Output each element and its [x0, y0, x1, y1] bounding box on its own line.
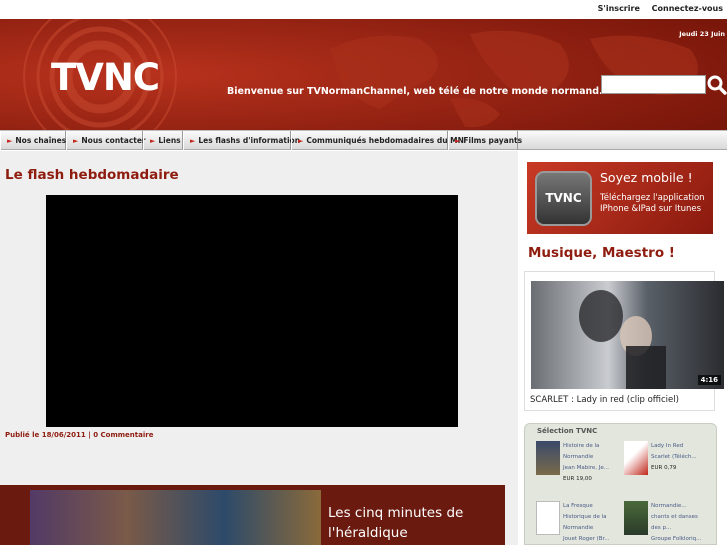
app-icon: TVNC — [535, 171, 592, 226]
product-title-1: Normandie... — [651, 503, 687, 509]
nav-arrow-icon: ► — [298, 137, 304, 145]
nav-label: Liens — [158, 136, 181, 145]
product-title-2: Scarlet (Téléch... — [651, 454, 697, 460]
video-duration: 4:16 — [697, 375, 721, 385]
banner-thumbnail — [30, 490, 321, 545]
nav-arrow-icon: ► — [150, 137, 156, 145]
selection-title: Sélection TVNC — [537, 427, 598, 435]
heraldique-banner[interactable]: Les cinq minutes de l'héraldique — [0, 485, 505, 545]
nav-item-nos-chaines[interactable]: ► Nos chaînes — [0, 131, 66, 150]
product-image — [536, 441, 560, 475]
product-title-1: Histoire de la — [563, 443, 600, 449]
nav-arrow-icon: ► — [73, 137, 79, 145]
signup-link[interactable]: S'inscrire — [598, 4, 640, 13]
product-text: Histoire de la Normandie Jean Mabire, Je… — [563, 441, 625, 485]
nav-item-communiques[interactable]: ► Communiqués hebdomadaires du MN — [291, 131, 464, 150]
nav-label: Nos chaînes — [15, 136, 67, 145]
product-image — [624, 501, 648, 535]
product-author: Jouet Roger (Br... — [563, 536, 610, 542]
nav-item-liens[interactable]: ► Liens — [143, 131, 183, 150]
product-item[interactable]: Histoire de la Normandie Jean Mabire, Je… — [536, 441, 626, 485]
product-title-2: chants et danses — [651, 514, 698, 520]
music-thumbnail-art — [579, 290, 666, 389]
product-item[interactable]: Normandie... chants et danses des p... G… — [624, 501, 714, 545]
nav-item-films-payants[interactable]: ► Films payants — [448, 131, 522, 150]
product-item[interactable]: La Fresque Historique de la Normandie Jo… — [536, 501, 626, 545]
nav-arrow-icon: ► — [190, 137, 196, 145]
app-banner-subtitle: Téléchargez l'application IPhone &IPad s… — [600, 193, 705, 214]
mobile-app-banner[interactable]: TVNC Soyez mobile ! Téléchargez l'applic… — [527, 162, 713, 234]
music-video-card[interactable]: 4:16 SCARLET : Lady in red (clip officie… — [524, 271, 724, 411]
search-input[interactable] — [601, 75, 706, 94]
product-title-2: Normandie — [563, 454, 594, 460]
sidebar: TVNC Soyez mobile ! Téléchargez l'applic… — [518, 151, 727, 545]
main-content: Le flash hebdomadaire Publié le 18/06/20… — [0, 151, 518, 545]
nav-label: Films payants — [463, 136, 523, 145]
welcome-text: Bienvenue sur TVNormanChannel, web télé … — [227, 86, 603, 97]
product-image-unavailable — [536, 501, 560, 535]
banner-text: Les cinq minutes de l'héraldique — [328, 503, 463, 543]
site-header: TVNC Bienvenue sur TVNormanChannel, web … — [0, 19, 727, 130]
login-link[interactable]: Connectez-vous — [652, 4, 723, 13]
nav-label: Nous contacter — [81, 136, 146, 145]
video-player[interactable] — [46, 195, 458, 427]
nav-item-flashs[interactable]: ► Les flashs d'information — [183, 131, 300, 150]
nav-label: Communiqués hebdomadaires du MN — [306, 136, 464, 145]
product-title-2: Historique de la — [563, 514, 607, 520]
music-video-thumbnail[interactable]: 4:16 — [531, 281, 724, 389]
product-author: Groupe Folkloriq... — [651, 536, 702, 542]
music-section-title: Musique, Maestro ! — [528, 245, 675, 261]
selection-widget: Sélection TVNC Histoire de la Normandie … — [524, 423, 717, 545]
product-title-1: Lady In Red — [651, 443, 684, 449]
product-text: Lady In Red Scarlet (Téléch... EUR 0,79 — [651, 441, 713, 474]
product-price: EUR 19,00 — [563, 476, 592, 482]
music-video-caption[interactable]: SCARLET : Lady in red (clip officiel) — [530, 395, 679, 405]
banner-line-1: Les cinq minutes de — [328, 505, 464, 521]
page-title: Le flash hebdomadaire — [5, 167, 179, 183]
product-price: EUR 0,79 — [651, 465, 677, 471]
product-title-3: des p... — [651, 525, 672, 531]
nav-label: Les flashs d'information — [198, 136, 301, 145]
account-links: S'inscrire Connectez-vous — [589, 4, 723, 13]
nav-arrow-icon: ► — [7, 137, 13, 145]
search-icon — [707, 75, 727, 95]
product-image — [624, 441, 648, 475]
product-author: Jean Mabire, Je... — [563, 465, 610, 471]
nav-arrow-icon: ► — [455, 137, 461, 145]
product-title-1: La Fresque — [563, 503, 593, 509]
post-meta[interactable]: Publié le 18/06/2011 | 0 Commentaire — [5, 431, 153, 439]
product-item[interactable]: Lady In Red Scarlet (Téléch... EUR 0,79 — [624, 441, 714, 485]
nav-item-nous-contacter[interactable]: ► Nous contacter — [66, 131, 146, 150]
current-date: Jeudi 23 Juin — [679, 30, 725, 38]
product-title-3: Normandie — [563, 525, 594, 531]
site-logo[interactable]: TVNC — [51, 56, 160, 99]
main-nav: ► Nos chaînes ► Nous contacter ► Liens ► Les… — [0, 130, 727, 150]
product-text: La Fresque Historique de la Normandie Jo… — [563, 501, 625, 545]
top-bar: S'inscrire Connectez-vous — [0, 0, 727, 19]
banner-line-2: l'héraldique — [328, 525, 408, 541]
search-button[interactable] — [706, 74, 727, 95]
app-banner-title: Soyez mobile ! — [600, 170, 693, 185]
product-text: Normandie... chants et danses des p... G… — [651, 501, 713, 545]
